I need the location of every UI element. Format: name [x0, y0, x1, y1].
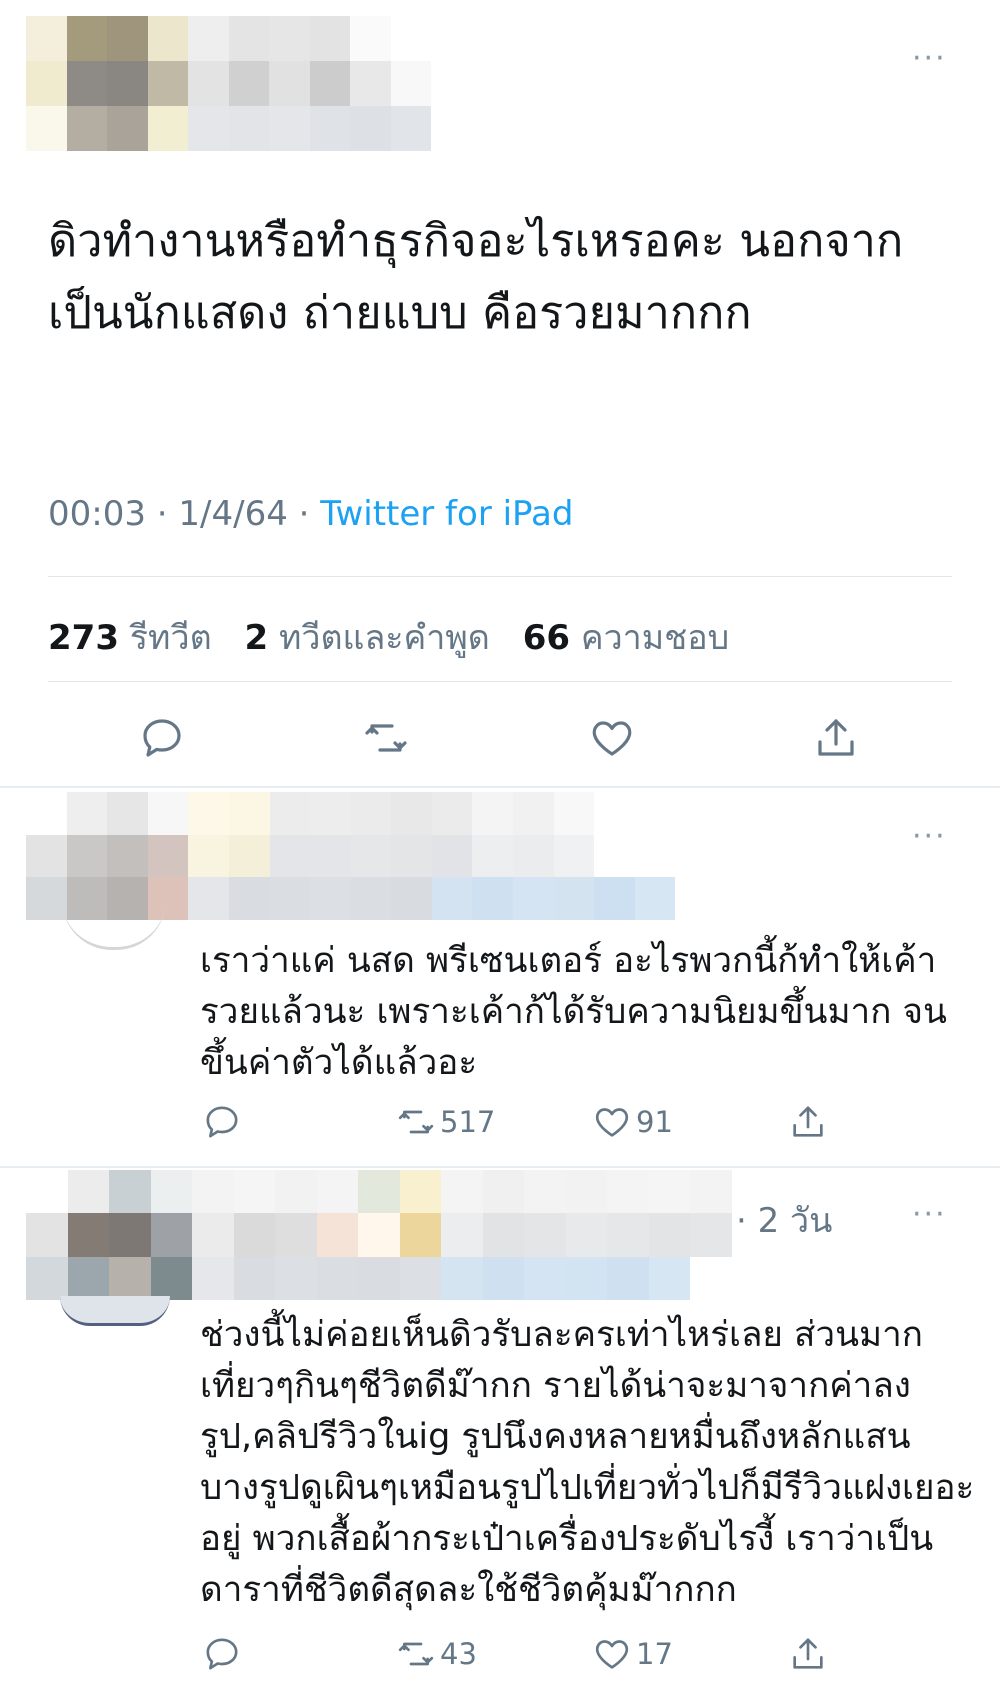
share-button[interactable] [788, 1634, 828, 1674]
more-dots-icon[interactable]: ··· [912, 44, 947, 74]
tweet-divider [0, 786, 1000, 788]
reply-icon[interactable] [138, 714, 186, 762]
retweet-button[interactable]: 43 [396, 1634, 477, 1674]
retweets-count[interactable]: 273 [48, 618, 119, 658]
tweet-source-link[interactable]: Twitter for iPad [320, 494, 573, 534]
reply-button[interactable] [202, 1102, 242, 1142]
tweet-time: 00:03 [48, 494, 146, 534]
reply-time: · 2 วัน [736, 1201, 833, 1241]
tweet-text: ดิวทำงานหรือทำธุรกิจอะไรเหรอคะ นอกจากเป็… [48, 214, 904, 339]
like-button[interactable]: 91 [592, 1102, 673, 1142]
meta-separator: · [145, 494, 179, 534]
retweet-button[interactable]: 517 [396, 1102, 495, 1142]
like-button[interactable]: 17 [592, 1634, 673, 1674]
avatar[interactable] [60, 1296, 170, 1326]
blurred-author-header [26, 16, 431, 151]
retweet-icon [398, 1642, 434, 1666]
retweet-icon [398, 1110, 434, 1134]
like-count: 17 [636, 1637, 673, 1671]
like-icon[interactable] [588, 714, 636, 762]
quotes-label[interactable]: ทวีตและคำพูด [279, 618, 490, 658]
share-icon[interactable] [812, 714, 860, 762]
tweet-meta: 00:03 · 1/4/64 · Twitter for iPad [48, 494, 573, 534]
likes-label[interactable]: ความชอบ [581, 618, 729, 658]
retweet-count: 43 [440, 1637, 477, 1671]
heart-icon [595, 1640, 629, 1669]
likes-count[interactable]: 66 [523, 618, 570, 658]
tweet-stats: 273 รีทวีต 2 ทวีตและคำพูด 66 ความชอบ [48, 610, 751, 664]
blurred-reply-author-header [26, 1170, 732, 1300]
more-dots-icon[interactable]: ··· [912, 822, 947, 852]
share-icon [793, 1638, 823, 1669]
meta-separator: · [287, 494, 321, 534]
more-dots-icon[interactable]: ··· [912, 1200, 947, 1230]
reply-icon [206, 1638, 238, 1670]
reply-text: เราว่าแค่ นสด พรีเซนเตอร์ อะไรพวกนี้ก้ทำ… [200, 941, 947, 1083]
share-button[interactable] [788, 1102, 828, 1142]
tweet-date: 1/4/64 [178, 494, 288, 534]
retweet-icon[interactable] [362, 714, 410, 762]
separator-line [48, 576, 952, 577]
retweet-count: 517 [440, 1105, 496, 1139]
like-count: 91 [636, 1105, 673, 1139]
separator-line [48, 681, 952, 682]
reply-button[interactable] [202, 1634, 242, 1674]
tweet-divider [0, 1166, 1000, 1168]
avatar[interactable] [62, 900, 166, 950]
retweets-label[interactable]: รีทวีต [130, 618, 212, 658]
reply-icon [206, 1106, 238, 1138]
reply-text: ช่วงนี้ไม่ค่อยเห็นดิวรับละครเท่าไหร่เลย … [200, 1315, 975, 1610]
quotes-count[interactable]: 2 [244, 618, 268, 658]
share-icon [793, 1106, 823, 1137]
heart-icon [595, 1108, 629, 1137]
